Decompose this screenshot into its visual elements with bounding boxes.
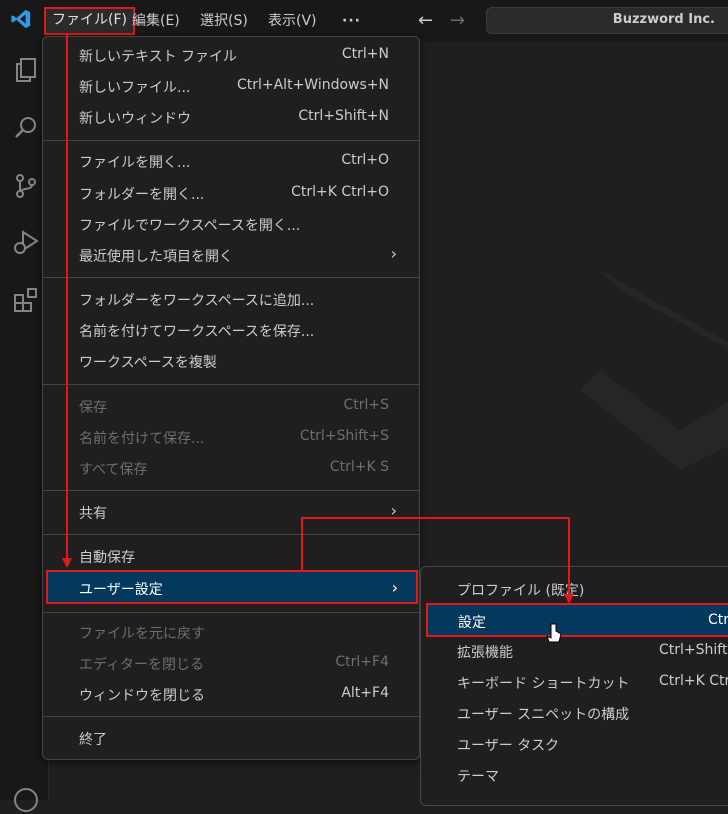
chevron-right-icon: › (391, 578, 398, 597)
menu-separator (43, 612, 419, 613)
menu-item-new-file[interactable]: 新しいファイル... Ctrl+Alt+Windows+N (47, 72, 415, 100)
menu-item-add-folder-to-workspace[interactable]: フォルダーをワークスペースに追加... (47, 285, 415, 313)
menu-item-save-as[interactable]: 名前を付けて保存... Ctrl+Shift+S (47, 423, 415, 451)
forward-arrow-icon[interactable]: → (450, 10, 465, 31)
file-menu-dropdown: 新しいテキスト ファイル Ctrl+N 新しいファイル... Ctrl+Alt+Wi… (42, 36, 420, 760)
workspace-title: Buzzword Inc. (612, 12, 715, 27)
command-center-search[interactable]: Buzzword Inc. (486, 7, 728, 34)
menu-separator (43, 716, 419, 717)
submenu-item-extensions[interactable]: 拡張機能 Ctrl+Shift (425, 637, 728, 665)
menu-item-auto-save[interactable]: 自動保存 (47, 542, 415, 570)
menu-item-preferences[interactable]: ユーザー設定 › (46, 570, 418, 604)
vscode-logo-icon[interactable] (10, 8, 32, 30)
submenu-item-profile[interactable]: プロファイル (既定) (425, 575, 728, 603)
menu-item-duplicate-workspace[interactable]: ワークスペースを複製 (47, 347, 415, 375)
menu-item-open-recent[interactable]: 最近使用した項目を開く › (47, 241, 415, 269)
back-arrow-icon[interactable]: ← (418, 10, 433, 31)
submenu-item-settings[interactable]: 設定Ctrl (426, 603, 728, 637)
chevron-right-icon: › (390, 244, 397, 263)
vscode-watermark-icon (580, 270, 728, 470)
menu-item-save[interactable]: 保存 Ctrl+S (47, 392, 415, 420)
submenu-item-keyboard-shortcuts[interactable]: キーボード ショートカット Ctrl+K Ctrl (425, 668, 728, 696)
chevron-right-icon: › (390, 501, 397, 520)
menu-item-open-folder[interactable]: フォルダーを開く... Ctrl+K Ctrl+O (47, 179, 415, 207)
menu-item-open-file[interactable]: ファイルを開く... Ctrl+O (47, 147, 415, 175)
menu-item-close-editor[interactable]: エディターを閉じる Ctrl+F4 (47, 649, 415, 677)
menu-separator (43, 490, 419, 491)
menu-item-new-window[interactable]: 新しいウィンドウ Ctrl+Shift+N (47, 103, 415, 131)
menu-more-icon[interactable]: ··· (336, 9, 367, 33)
menu-item-save-all[interactable]: すべて保存 Ctrl+K S (47, 454, 415, 482)
menu-selection[interactable]: 選択(S) (194, 9, 254, 33)
submenu-item-theme[interactable]: テーマ (425, 761, 728, 789)
source-control-icon[interactable] (12, 172, 40, 200)
menu-separator (43, 534, 419, 535)
account-icon[interactable] (12, 786, 40, 814)
menu-separator (43, 384, 419, 385)
menu-item-close-window[interactable]: ウィンドウを閉じる Alt+F4 (47, 680, 415, 708)
menu-item-exit[interactable]: 終了 (47, 724, 415, 752)
menu-item-open-workspace-from-file[interactable]: ファイルでワークスペースを開く... (47, 210, 415, 238)
submenu-item-user-snippets[interactable]: ユーザー スニペットの構成 (425, 699, 728, 727)
menu-item-revert-file[interactable]: ファイルを元に戻す (47, 618, 415, 646)
menu-file[interactable]: ファイル(F) (44, 7, 135, 35)
extensions-icon[interactable] (12, 286, 40, 314)
menu-item-new-text-file[interactable]: 新しいテキスト ファイル Ctrl+N (47, 41, 415, 69)
search-icon[interactable] (12, 114, 40, 142)
menu-separator (43, 277, 419, 278)
menu-separator (43, 140, 419, 141)
preferences-submenu: プロファイル (既定) 設定Ctrl 拡張機能Ctrl+Shift キーボード … (420, 566, 728, 806)
menu-item-save-workspace-as[interactable]: 名前を付けてワークスペースを保存... (47, 316, 415, 344)
menu-item-share[interactable]: 共有 › (47, 498, 415, 526)
submenu-item-user-tasks[interactable]: ユーザー タスク (425, 730, 728, 758)
run-debug-icon[interactable] (12, 228, 40, 256)
explorer-icon[interactable] (12, 56, 40, 84)
menu-view[interactable]: 表示(V) (262, 9, 323, 33)
menu-edit[interactable]: 編集(E) (126, 9, 186, 33)
